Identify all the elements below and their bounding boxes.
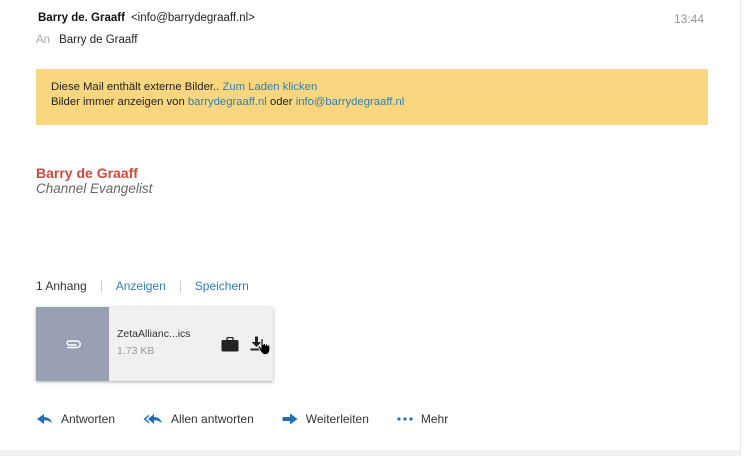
- always-show-sender-link[interactable]: info@barrydegraaff.nl: [296, 96, 405, 108]
- external-images-banner: Diese Mail enthält externe Bilder.. Zum …: [36, 69, 708, 125]
- reply-all-icon: [143, 414, 163, 424]
- forward-label: Weiterleiten: [305, 412, 369, 426]
- divider: [100, 279, 102, 293]
- more-dots-icon: [397, 417, 413, 421]
- reply-all-label: Allen antworten: [171, 412, 254, 426]
- hand-cursor-icon: [257, 338, 271, 355]
- mail-time: 13:44: [673, 12, 704, 26]
- banner-or-text: oder: [269, 96, 293, 108]
- forward-button[interactable]: Weiterleiten: [282, 412, 369, 426]
- banner-line-1: Diese Mail enthält externe Bilder.. Zum …: [51, 80, 708, 95]
- signature-title: Channel Evangelist: [36, 181, 153, 196]
- reply-all-button[interactable]: Allen antworten: [143, 412, 254, 426]
- more-label: Mehr: [420, 412, 449, 426]
- always-show-domain-link[interactable]: barrydegraaff.nl: [188, 96, 267, 108]
- attachment-card[interactable]: ZetaAllianc...ics 1.73 KB: [36, 307, 273, 381]
- recipient-name[interactable]: Barry de Graaff: [59, 34, 137, 46]
- load-images-link[interactable]: Zum Laden klicken: [222, 81, 317, 93]
- attachment-bar: 1 Anhang Anzeigen Speichern: [36, 279, 249, 293]
- briefcase-icon[interactable]: [221, 337, 239, 352]
- sender-line: Barry de. Graaff <info@barrydegraaff.nl>: [38, 12, 255, 24]
- divider: [179, 279, 181, 293]
- message-actions: Antworten Allen antworten Weiterleiten M…: [36, 412, 476, 426]
- save-attachment-link[interactable]: Speichern: [195, 279, 249, 293]
- signature: Barry de Graaff Channel Evangelist: [36, 166, 152, 197]
- more-button[interactable]: Mehr: [397, 412, 448, 426]
- attachment-size: 1.73 KB: [117, 345, 155, 357]
- reply-icon: [37, 414, 52, 424]
- recipient-line: An Barry de Graaff: [36, 34, 137, 46]
- paperclip-icon: [65, 340, 81, 349]
- mail-message: Barry de. Graaff <info@barrydegraaff.nl> …: [0, 0, 741, 456]
- reply-label: Antworten: [61, 412, 116, 426]
- recipient-label: An: [36, 34, 51, 46]
- banner-always-text: Bilder immer anzeigen von: [51, 96, 185, 108]
- forward-arrow-icon: [282, 413, 298, 425]
- sender-email[interactable]: <info@barrydegraaff.nl>: [131, 12, 255, 24]
- reply-button[interactable]: Antworten: [36, 412, 115, 426]
- attachment-thumbnail[interactable]: [36, 307, 109, 381]
- view-attachment-link[interactable]: Anzeigen: [116, 279, 166, 293]
- banner-text: Diese Mail enthält externe Bilder..: [51, 81, 220, 93]
- attachment-filename[interactable]: ZetaAllianc...ics: [117, 328, 191, 340]
- signature-name: Barry de Graaff: [36, 165, 138, 181]
- banner-line-2: Bilder immer anzeigen von barrydegraaff.…: [51, 95, 708, 110]
- attachment-count: 1 Anhang: [36, 279, 87, 293]
- sender-name[interactable]: Barry de. Graaff: [38, 12, 125, 24]
